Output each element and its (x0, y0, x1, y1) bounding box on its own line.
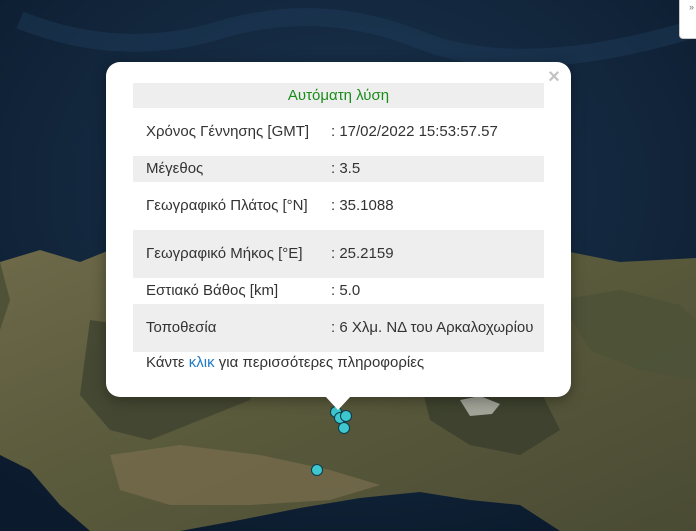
double-chevron-icon: » (688, 2, 694, 12)
more-info-link[interactable]: κλικ (189, 354, 215, 371)
row-value: : 25.2159 (331, 230, 544, 278)
row-label: Γεωγραφικό Μήκος [°E] (133, 230, 331, 278)
row-value: : 35.1088 (331, 197, 394, 214)
row-label: Μέγεθος (133, 156, 331, 182)
close-icon[interactable]: × (546, 67, 562, 87)
more-info-suffix: για περισσότερες πληροφορίες (214, 354, 425, 371)
popup-pointer (325, 396, 351, 410)
table-row: Μέγεθος : 3.5 (133, 156, 544, 182)
earthquake-marker[interactable] (311, 464, 323, 476)
event-details-table: Αυτόματη λύση Χρόνος Γέννησης [GMT] : 17… (133, 83, 544, 352)
row-value: : 5.0 (331, 282, 361, 299)
popup-title: Αυτόματη λύση (133, 83, 544, 108)
row-label: Εστιακό Βάθος [km] (146, 282, 279, 299)
more-info-prefix: Κάντε (146, 354, 189, 371)
row-value: : 17/02/2022 15:53:57.57 (331, 123, 498, 140)
earthquake-marker[interactable] (338, 422, 350, 434)
row-label: Τοποθεσία (133, 304, 331, 352)
layer-toggle-button[interactable]: » (679, 0, 696, 39)
table-row: Εστιακό Βάθος [km] : 5.0 (133, 278, 544, 304)
row-label: Χρόνος Γέννησης [GMT] (146, 123, 310, 140)
table-row: Τοποθεσία : 6 Χλμ. ΝΔ του Αρκαλοχωρίου (133, 304, 544, 352)
table-row: Χρόνος Γέννησης [GMT] : 17/02/2022 15:53… (133, 108, 544, 156)
event-info-popup: × Αυτόματη λύση Χρόνος Γέννησης [GMT] : … (106, 62, 571, 397)
popup-title-row: Αυτόματη λύση (133, 83, 544, 108)
more-info-text: Κάντε κλικ για περισσότερες πληροφορίες (146, 354, 424, 371)
row-label: Γεωγραφικό Πλάτος [°N] (146, 197, 308, 214)
row-value: : 6 Χλμ. ΝΔ του Αρκαλοχωρίου (331, 304, 544, 352)
row-value: : 3.5 (331, 156, 544, 182)
table-row: Γεωγραφικό Μήκος [°E] : 25.2159 (133, 230, 544, 278)
earthquake-marker[interactable] (340, 410, 352, 422)
table-row: Γεωγραφικό Πλάτος [°N] : 35.1088 (133, 182, 544, 230)
